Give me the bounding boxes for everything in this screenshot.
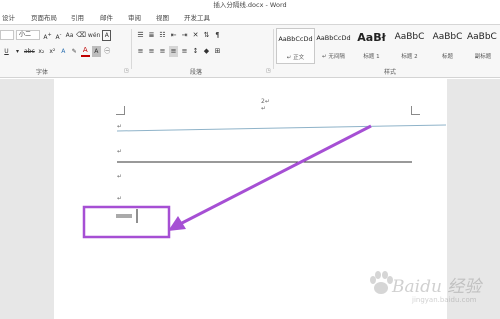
- numbering-icon[interactable]: ≣: [147, 30, 156, 41]
- enclose-chars-icon[interactable]: ㊀: [103, 46, 112, 57]
- style-sample: AaBbC: [394, 32, 425, 42]
- annotation-arrow: [179, 124, 372, 226]
- bullets-icon[interactable]: ☰: [136, 30, 145, 41]
- font-dialog-launcher-icon[interactable]: ◳: [124, 68, 129, 74]
- font-size-combo[interactable]: 小二: [16, 30, 40, 40]
- font-name-combo[interactable]: [0, 30, 14, 40]
- highlight-icon[interactable]: ✎: [70, 46, 79, 57]
- styles-gallery: AaBbCcDd ↵ 正文 AaBbCcDd ↵ 无间隔 AaBł 标题 1 A…: [276, 28, 500, 65]
- style-sample: AaBbC: [432, 32, 463, 42]
- style-sample: AaBł: [357, 31, 386, 44]
- clear-format-icon[interactable]: ⌫: [76, 30, 86, 41]
- tab-view[interactable]: 视图: [156, 12, 169, 24]
- separator-line-top: [116, 124, 447, 132]
- paragraph-group-label: 段落: [190, 69, 203, 76]
- borders-icon[interactable]: ⊞: [213, 46, 222, 57]
- multilevel-list-icon[interactable]: ☷: [158, 30, 167, 41]
- group-divider: [131, 29, 132, 69]
- tab-page-layout[interactable]: 页面布局: [31, 12, 57, 24]
- strikethrough-icon[interactable]: abc: [24, 46, 35, 57]
- justify-icon[interactable]: ≡: [169, 45, 178, 57]
- font-row-1: 小二 A+ A- Aa ⌫ wén A: [0, 29, 113, 41]
- style-heading-2[interactable]: AaBbC 标题 2: [390, 28, 429, 64]
- style-name: ↵ 无间隔: [322, 54, 345, 60]
- chevron-down-icon[interactable]: ▾: [13, 46, 22, 57]
- watermark-text: Baidu 经验: [392, 277, 482, 297]
- text-effects-icon[interactable]: A: [59, 46, 68, 57]
- chinese-layout-icon[interactable]: ✕: [191, 30, 200, 41]
- char-border-icon[interactable]: A: [102, 29, 112, 41]
- phonetic-guide-icon[interactable]: wén: [88, 30, 100, 41]
- tab-developer[interactable]: 开发工具: [184, 12, 210, 24]
- group-divider: [273, 29, 274, 69]
- styles-group-label: 样式: [384, 69, 397, 76]
- increase-indent-icon[interactable]: ⇥: [180, 30, 189, 41]
- style-heading-1[interactable]: AaBł 标题 1: [352, 28, 391, 64]
- align-right-icon[interactable]: ≡: [158, 46, 167, 57]
- tab-references[interactable]: 引用: [71, 12, 84, 24]
- sort-icon[interactable]: ⇅: [202, 30, 211, 41]
- style-name: 标题: [441, 54, 453, 60]
- align-left-icon[interactable]: ≡: [136, 46, 145, 57]
- style-sample: AaBbC: [467, 32, 497, 42]
- style-normal[interactable]: AaBbCcDd ↵ 正文: [276, 28, 315, 64]
- ribbon: 小二 A+ A- Aa ⌫ wén A U ▾ abc x₂ x² A ✎ A …: [0, 25, 500, 78]
- shading-icon[interactable]: ◆: [202, 46, 211, 57]
- style-no-spacing[interactable]: AaBbCcDd ↵ 无间隔: [314, 28, 353, 64]
- show-marks-icon[interactable]: ¶: [213, 30, 222, 41]
- baidu-watermark: Baidu 经验 jingyan.baidu.com: [366, 268, 496, 312]
- superscript-icon[interactable]: x²: [48, 46, 57, 57]
- style-name: 副标题: [474, 54, 492, 60]
- ribbon-tabs: 设计 页面布局 引用 邮件 审阅 视图 开发工具: [0, 11, 500, 25]
- align-center-icon[interactable]: ≡: [147, 46, 156, 57]
- paragraph-row-1: ☰ ≣ ☷ ⇤ ⇥ ✕ ⇅ ¶: [136, 29, 224, 41]
- style-sample: AaBbCcDd: [278, 35, 313, 43]
- distributed-icon[interactable]: ≡: [180, 46, 189, 57]
- tab-review[interactable]: 审阅: [128, 12, 141, 24]
- style-name: 标题 2: [401, 54, 418, 60]
- document-title: 插入分隔线.docx - Word: [213, 1, 287, 9]
- paragraph-dialog-launcher-icon[interactable]: ◳: [266, 68, 271, 74]
- font-group-label: 字体: [36, 69, 49, 76]
- tab-design[interactable]: 设计: [2, 12, 15, 24]
- highlight-box: [82, 205, 171, 239]
- underline-icon[interactable]: U: [2, 46, 11, 57]
- paragraph-row-2: ≡ ≡ ≡ ≡ ≡ ↕ ◆ ⊞: [136, 45, 224, 57]
- tab-mailings[interactable]: 邮件: [100, 12, 113, 24]
- style-subtitle[interactable]: AaBbC 副标题: [466, 28, 500, 64]
- grow-font-icon[interactable]: A+: [43, 30, 52, 41]
- watermark-url: jingyan.baidu.com: [412, 296, 477, 304]
- font-row-2: U ▾ abc x₂ x² A ✎ A A ㊀: [2, 45, 114, 57]
- shrink-font-icon[interactable]: A-: [54, 30, 63, 41]
- subscript-icon[interactable]: x₂: [37, 46, 46, 57]
- change-case-icon[interactable]: Aa: [65, 30, 74, 41]
- style-name: 标题 1: [363, 54, 380, 60]
- decrease-indent-icon[interactable]: ⇤: [169, 30, 178, 41]
- font-color-icon[interactable]: A: [80, 46, 90, 57]
- line-spacing-icon[interactable]: ↕: [191, 46, 200, 57]
- style-title[interactable]: AaBbC 标题: [428, 28, 467, 64]
- char-shading-icon[interactable]: A: [91, 45, 101, 57]
- style-name: ↵ 正文: [286, 55, 305, 61]
- style-sample: AaBbCcDd: [316, 34, 351, 42]
- title-bar: 插入分隔线.docx - Word: [0, 0, 500, 11]
